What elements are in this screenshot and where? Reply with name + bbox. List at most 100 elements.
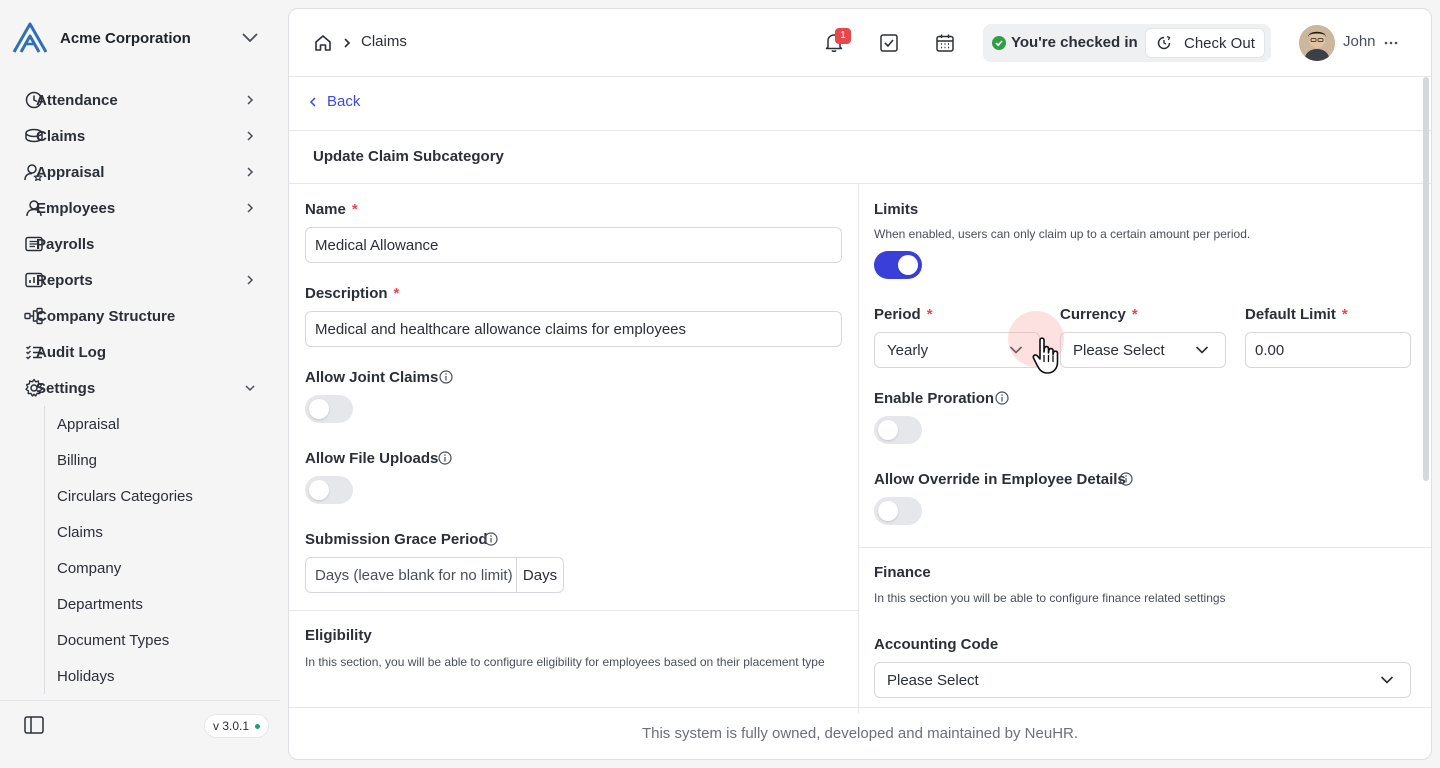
home-icon[interactable] [313, 33, 333, 53]
eligibility-help: In this section, you will be able to con… [305, 655, 825, 669]
sidebar-item-employees[interactable]: Employees [12, 190, 270, 226]
sidebar-item-company-structure[interactable]: Company Structure [12, 298, 270, 334]
toggle-knob [309, 399, 329, 419]
name-value: Medical Allowance [315, 236, 439, 254]
chevron-down-icon[interactable] [240, 32, 260, 44]
org-switcher[interactable]: Acme Corporation [0, 0, 280, 76]
toggle-knob [878, 420, 898, 440]
info-icon[interactable] [995, 391, 1009, 405]
subnav-item-appraisal[interactable]: Appraisal [45, 406, 270, 442]
sidebar-item-settings[interactable]: Settings [12, 370, 270, 406]
chevron-right-icon [247, 95, 254, 105]
finance-help: In this section you will be able to conf… [874, 591, 1226, 605]
sidebar-item-payrolls[interactable]: Payrolls [12, 226, 270, 262]
grace-period-input-group: Days (leave blank for no limit) Days [305, 557, 564, 593]
subnav-item-company[interactable]: Company [45, 550, 270, 586]
currency-label: Currency * [1060, 306, 1138, 323]
accounting-code-label: Accounting Code [874, 636, 999, 653]
sidebar-item-label: Employees [36, 199, 116, 217]
joint-claims-label: Allow Joint Claims [305, 369, 439, 386]
sidebar-item-label: Audit Log [36, 343, 106, 361]
chevron-down-icon [1195, 346, 1209, 354]
description-field[interactable]: Medical and healthcare allowance claims … [305, 311, 842, 347]
breadcrumb[interactable]: Claims [361, 33, 407, 50]
currency-select[interactable]: Please Select [1060, 332, 1226, 368]
currency-value: Please Select [1073, 341, 1165, 359]
info-icon[interactable] [438, 451, 452, 465]
subnav-item-departments[interactable]: Departments [45, 586, 270, 622]
scrollbar[interactable] [1423, 77, 1429, 481]
info-icon[interactable] [439, 370, 453, 384]
chevron-right-icon [344, 38, 351, 48]
subnav-item-holidays[interactable]: Holidays [45, 658, 270, 694]
override-toggle[interactable] [874, 497, 922, 525]
info-icon[interactable] [484, 532, 498, 546]
info-icon[interactable] [1119, 472, 1133, 486]
description-label-text: Description [305, 285, 388, 302]
sidebar-item-appraisal[interactable]: Appraisal [12, 154, 270, 190]
subnav-item-claims[interactable]: Claims [45, 514, 270, 550]
file-uploads-toggle[interactable] [305, 476, 353, 504]
topbar: Claims 1 You're checked in Check Out Joh… [289, 9, 1431, 77]
main-panel: Claims 1 You're checked in Check Out Joh… [288, 8, 1432, 760]
calendar-icon[interactable] [935, 33, 955, 53]
divider [289, 610, 858, 611]
period-label-text: Period [874, 306, 921, 323]
joint-claims-toggle[interactable] [305, 395, 353, 423]
required-marker: * [1341, 306, 1348, 323]
avatar[interactable] [1299, 25, 1335, 61]
check-circle-icon [992, 36, 1006, 50]
name-label-text: Name [305, 201, 346, 218]
grace-period-input[interactable]: Days (leave blank for no limit) [306, 558, 517, 592]
sidebar-item-label: Reports [36, 271, 93, 289]
description-value: Medical and healthcare allowance claims … [315, 320, 687, 338]
page-title: Update Claim Subcategory [313, 148, 504, 165]
user-name[interactable]: John [1343, 33, 1376, 50]
check-out-button[interactable]: Check Out [1145, 28, 1265, 58]
eligibility-heading: Eligibility [305, 627, 372, 644]
accounting-code-select[interactable]: Please Select [874, 662, 1411, 698]
chevron-down-icon [1380, 676, 1394, 684]
org-name: Acme Corporation [60, 29, 191, 47]
checkin-status: You're checked in [1011, 34, 1138, 51]
file-uploads-label: Allow File Uploads [305, 450, 439, 467]
back-label: Back [327, 93, 361, 110]
status-dot [255, 723, 261, 729]
required-marker: * [393, 285, 400, 302]
sidebar-item-label: Settings [36, 379, 96, 397]
sidebar-item-label: Company Structure [36, 307, 176, 325]
proration-label: Enable Proration [874, 390, 995, 407]
subnav-item-circulars-categories[interactable]: Circulars Categories [45, 478, 270, 514]
settings-subnav: Appraisal Billing Circulars Categories C… [44, 406, 270, 694]
subnav-item-document-types[interactable]: Document Types [45, 622, 270, 658]
check-out-label: Check Out [1184, 34, 1255, 52]
more-horizontal-icon[interactable] [1383, 35, 1399, 51]
chevron-right-icon [247, 203, 254, 213]
task-check-icon[interactable] [879, 33, 899, 53]
divider [858, 547, 1431, 548]
back-link[interactable]: Back [307, 93, 360, 110]
sidebar-toggle-icon[interactable] [24, 716, 44, 734]
name-label: Name * [305, 201, 358, 218]
subnav-item-billing[interactable]: Billing [45, 442, 270, 478]
company-logo-icon [12, 22, 48, 53]
version-text: v 3.0.1 [213, 719, 250, 733]
finance-heading: Finance [874, 564, 931, 581]
checkin-widget: You're checked in Check Out [983, 24, 1271, 62]
divider [289, 707, 1431, 708]
sidebar-item-audit-log[interactable]: Audit Log [12, 334, 270, 370]
name-field[interactable]: Medical Allowance [305, 227, 842, 263]
default-limit-label-text: Default Limit [1245, 306, 1336, 323]
chevron-down-icon [245, 385, 255, 392]
sidebar-item-claims[interactable]: Claims [12, 118, 270, 154]
sidebar-item-label: Appraisal [36, 163, 105, 181]
sidebar-item-attendance[interactable]: Attendance [12, 82, 270, 118]
limits-toggle[interactable] [874, 251, 922, 279]
proration-toggle[interactable] [874, 416, 922, 444]
sidebar: Acme Corporation Attendance Claims Appra… [0, 0, 280, 768]
default-limit-input[interactable]: 0.00 [1245, 332, 1411, 368]
sidebar-item-reports[interactable]: Reports [12, 262, 270, 298]
period-label: Period * [874, 306, 933, 323]
toggle-knob [309, 480, 329, 500]
column-divider [858, 183, 859, 713]
